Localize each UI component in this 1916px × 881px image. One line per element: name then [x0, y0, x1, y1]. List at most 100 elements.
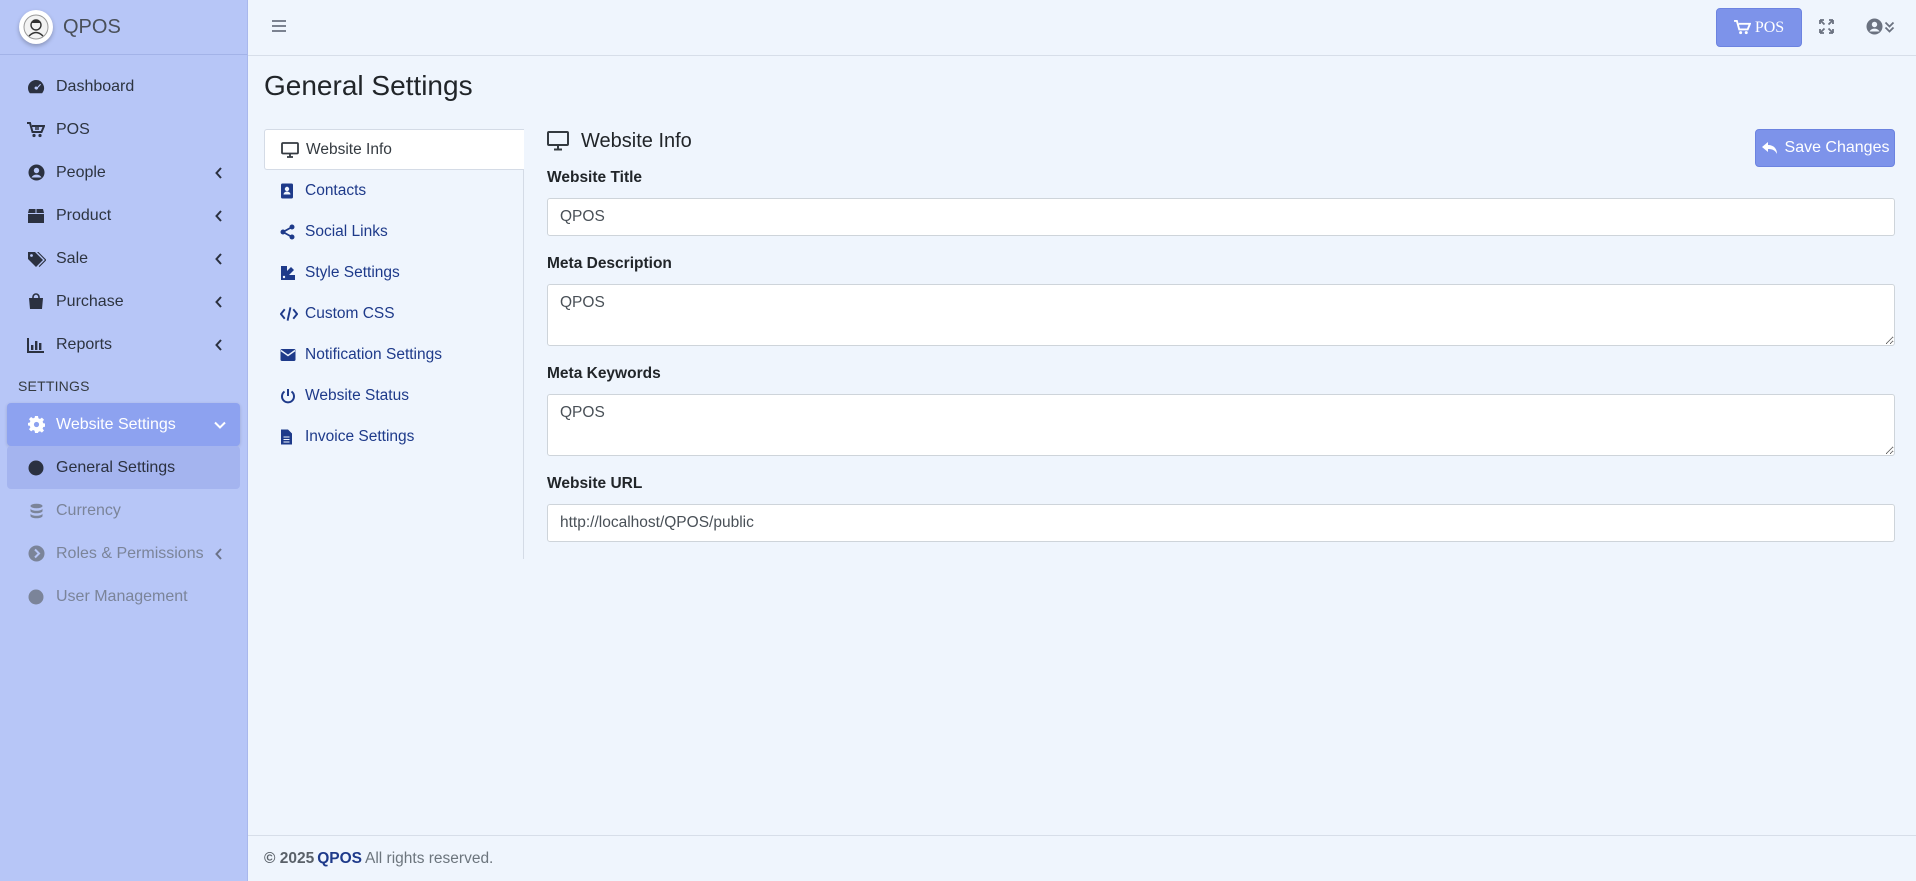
cart-icon [26, 121, 46, 139]
page-title: General Settings [264, 70, 473, 101]
sidebar-item-label: Product [56, 206, 112, 224]
sidebar-item-label: POS [56, 120, 90, 138]
meta-keywords-textarea[interactable]: QPOS [547, 394, 1895, 456]
tab-label: Website Info [306, 140, 392, 158]
chevron-down-icon [214, 421, 226, 429]
pos-button[interactable]: POS [1716, 8, 1802, 47]
footer: © 2025 QPOS All rights reserved. [248, 835, 1916, 881]
tab-social-links[interactable]: Social Links [264, 211, 523, 252]
user-circle-icon [26, 164, 46, 182]
sidebar-item-roles-permissions[interactable]: Roles & Permissions [0, 532, 247, 575]
sidebar-item-label: General Settings [56, 458, 176, 476]
tab-website-status[interactable]: Website Status [264, 375, 523, 416]
sidebar-item-currency[interactable]: Currency [0, 489, 247, 532]
pos-button-label: POS [1754, 18, 1785, 36]
code-icon [280, 306, 298, 322]
footer-copyright: © 2025 [264, 849, 315, 867]
footer-brand-link[interactable]: QPOS [317, 850, 362, 868]
monitor-icon [547, 131, 569, 151]
panel-title: Website Info [581, 129, 692, 152]
chevron-left-icon [215, 338, 223, 351]
monitor-icon [281, 141, 299, 158]
sidebar-item-label: Sale [56, 249, 89, 267]
brand-logo [19, 10, 53, 44]
sidebar-item-pos[interactable]: POS [0, 108, 247, 151]
sidebar-item-label: Currency [56, 501, 121, 519]
sidebar-item-sale[interactable]: Sale [0, 237, 247, 280]
topbar: POS [248, 0, 1916, 56]
sidebar-item-general-settings[interactable]: General Settings [7, 446, 240, 489]
tab-label: Style Settings [305, 263, 400, 281]
circle-icon [26, 588, 46, 606]
website-title-input[interactable]: QPOS [547, 198, 1895, 236]
meta-description-textarea[interactable]: QPOS [547, 284, 1895, 346]
save-button-label: Save Changes [1784, 139, 1890, 156]
tab-custom-css[interactable]: Custom CSS [264, 293, 523, 334]
tab-label: Website Status [305, 386, 409, 404]
tab-website-info[interactable]: Website Info [264, 129, 524, 170]
save-changes-button[interactable]: Save Changes [1755, 129, 1895, 167]
tab-label: Invoice Settings [305, 427, 415, 445]
sidebar-item-website-settings[interactable]: Website Settings [7, 403, 240, 446]
sidebar-item-label: Reports [56, 335, 113, 353]
sidebar-item-people[interactable]: People [0, 151, 247, 194]
website-url-input[interactable]: http://localhost/QPOS/public [547, 504, 1895, 542]
sidebar-item-product[interactable]: Product [0, 194, 247, 237]
brand[interactable]: QPOS [0, 0, 247, 55]
arrow-circle-icon [26, 545, 46, 563]
settings-tabs: Website Info Contacts Social Links Style… [264, 129, 524, 559]
chevron-left-icon [215, 295, 223, 308]
sidebar-item-reports[interactable]: Reports [0, 323, 247, 366]
envelope-icon [280, 348, 298, 362]
panel-header: Website Info [547, 128, 1895, 154]
palette-icon [280, 265, 298, 281]
tab-invoice-settings[interactable]: Invoice Settings [264, 416, 523, 457]
chart-icon [26, 336, 46, 354]
meta-keywords-label: Meta Keywords [547, 365, 661, 382]
website-url-label: Website URL [547, 475, 643, 492]
power-icon [280, 388, 298, 404]
tab-contacts[interactable]: Contacts [264, 170, 523, 211]
hamburger-menu-icon[interactable] [271, 18, 287, 34]
tags-icon [26, 250, 46, 268]
brand-name: QPOS [63, 15, 121, 38]
fullscreen-icon[interactable] [1819, 19, 1834, 34]
tab-style-settings[interactable]: Style Settings [264, 252, 523, 293]
file-icon [280, 429, 298, 445]
sidebar-item-label: Dashboard [56, 77, 135, 95]
sidebar-item-purchase[interactable]: Purchase [0, 280, 247, 323]
gear-icon [26, 416, 46, 434]
sidebar-nav: Dashboard POS People Product Sale Purcha… [0, 55, 247, 618]
chevron-left-icon [215, 547, 223, 560]
sidebar-item-label: Website Settings [56, 415, 176, 433]
user-menu[interactable] [1866, 18, 1895, 35]
website-title-label: Website Title [547, 169, 643, 186]
reply-icon [1761, 141, 1785, 155]
sidebar: QPOS Dashboard POS People Product Sale P… [0, 0, 248, 881]
sidebar-section-header: SETTINGS [18, 377, 90, 394]
bag-icon [26, 293, 46, 311]
sidebar-item-label: Purchase [56, 292, 124, 310]
chevron-left-icon [215, 252, 223, 265]
sidebar-item-label: Roles & Permissions [56, 544, 204, 562]
tab-label: Contacts [305, 181, 367, 199]
cart-icon [1733, 20, 1755, 35]
share-icon [280, 224, 298, 240]
user-circle-icon [1866, 18, 1883, 35]
footer-rights: All rights reserved. [365, 849, 494, 867]
tab-label: Custom CSS [305, 304, 395, 322]
box-icon [26, 207, 46, 225]
tab-label: Notification Settings [305, 345, 442, 363]
tab-notification-settings[interactable]: Notification Settings [264, 334, 523, 375]
double-chevron-down-icon [1884, 21, 1895, 33]
coins-icon [26, 502, 46, 520]
sidebar-item-label: User Management [56, 587, 188, 605]
tab-label: Social Links [305, 222, 388, 240]
website-info-panel: Website Info Save Changes Website Title … [547, 128, 1895, 542]
meta-description-label: Meta Description [547, 255, 672, 272]
dashboard-icon [26, 78, 46, 96]
sidebar-item-user-management[interactable]: User Management [0, 575, 247, 618]
chevron-left-icon [215, 166, 223, 179]
chevron-left-icon [215, 209, 223, 222]
sidebar-item-dashboard[interactable]: Dashboard [0, 65, 247, 108]
